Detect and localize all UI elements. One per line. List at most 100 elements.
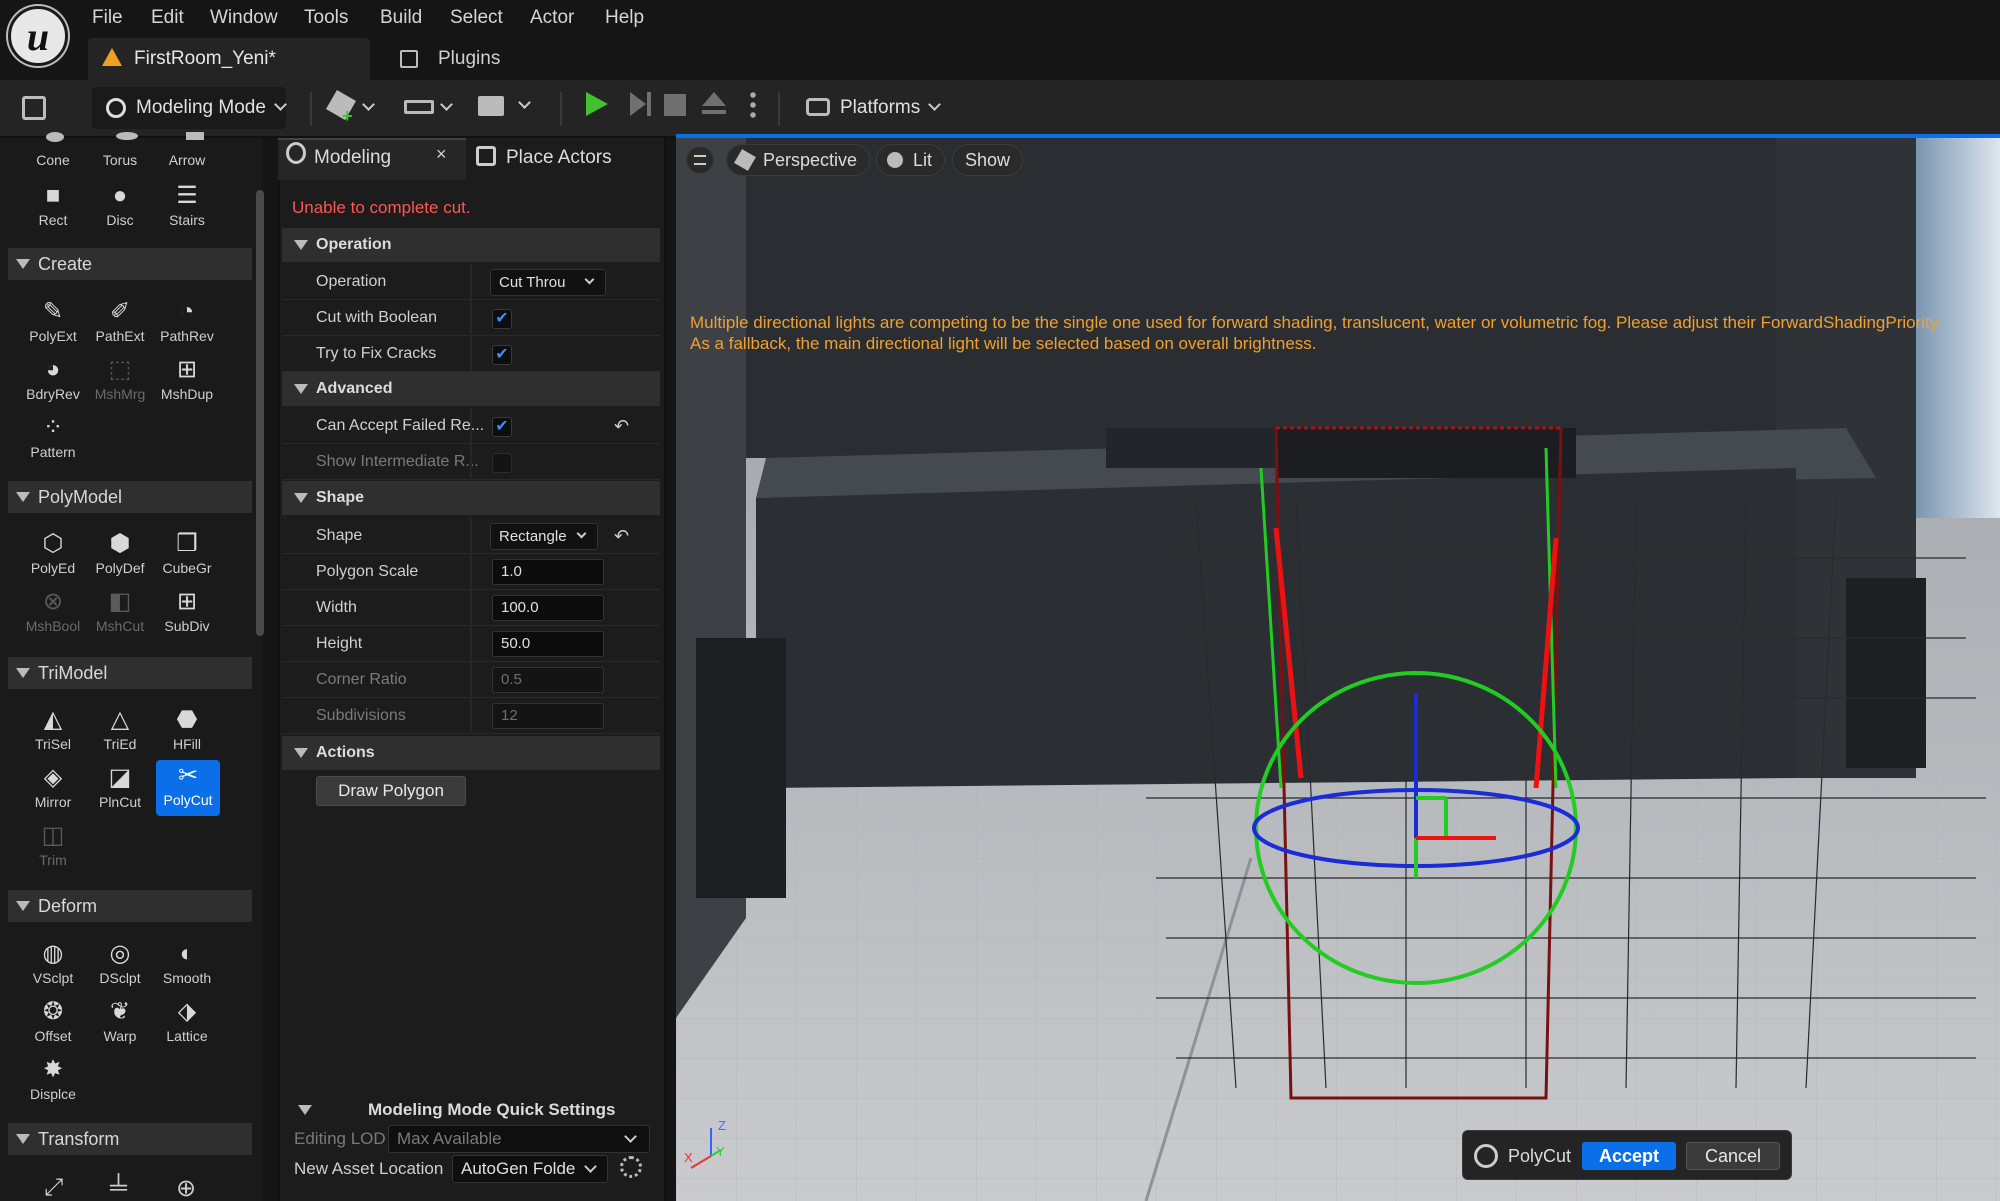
category-advanced[interactable]: Advanced — [282, 372, 660, 406]
step-icon[interactable] — [630, 92, 646, 116]
tool-polyed[interactable]: ⬡ PolyEd — [20, 528, 86, 586]
column-divider[interactable] — [470, 336, 472, 372]
column-divider[interactable] — [470, 408, 472, 444]
tool-subdiv[interactable]: ⊞ SubDiv — [154, 586, 220, 644]
menu-edit[interactable]: Edit — [151, 4, 184, 32]
section-polymodel[interactable]: PolyModel — [8, 481, 252, 513]
new-asset-location-dropdown[interactable]: AutoGen Folde — [452, 1155, 608, 1183]
column-divider[interactable] — [470, 626, 472, 662]
tool-tried[interactable]: △ TriEd — [87, 704, 153, 762]
tool-offset[interactable]: ❂ Offset — [20, 996, 86, 1054]
menu-select[interactable]: Select — [450, 4, 503, 32]
column-divider[interactable] — [470, 264, 472, 300]
cut-boolean-checkbox[interactable]: ✔ — [492, 309, 512, 329]
tool-cubegr[interactable]: ❒ CubeGr — [154, 528, 220, 586]
tool-displce[interactable]: ✸ Displce — [20, 1054, 86, 1112]
show-intermediate-checkbox[interactable]: ✔ — [492, 453, 512, 473]
tool-polycut[interactable]: ✂ PolyCut — [156, 760, 220, 816]
section-trimodel[interactable]: TriModel — [8, 657, 252, 689]
tool-mshcut[interactable]: ◧ MshCut — [87, 586, 153, 644]
menu-file[interactable]: File — [92, 4, 123, 32]
transform-move-icon[interactable]: ⤢ — [44, 1174, 63, 1201]
tool-lattice[interactable]: ⬗ Lattice — [154, 996, 220, 1054]
menu-window[interactable]: Window — [210, 4, 278, 32]
tool-arrow[interactable]: Arrow — [154, 152, 220, 168]
section-deform[interactable]: Deform — [8, 890, 252, 922]
cancel-button[interactable]: Cancel — [1686, 1142, 1780, 1170]
play-icon[interactable] — [586, 92, 608, 116]
tool-mshmrg[interactable]: ⬚ MshMrg — [87, 354, 153, 412]
shape-dropdown[interactable]: Rectangle — [490, 523, 598, 550]
more-options-icon[interactable] — [750, 90, 756, 120]
stop-icon[interactable] — [664, 94, 686, 116]
section-create[interactable]: Create — [8, 248, 252, 280]
show-button[interactable]: Show — [952, 144, 1024, 176]
draw-polygon-button[interactable]: Draw Polygon — [316, 776, 466, 806]
section-transform[interactable]: Transform — [8, 1123, 252, 1155]
tool-vsclpt[interactable]: ◍ VSclpt — [20, 938, 86, 996]
column-divider[interactable] — [470, 698, 472, 734]
tool-polyext[interactable]: ✎ PolyExt — [20, 296, 86, 354]
cinematics-button[interactable] — [478, 92, 531, 122]
reset-to-default-icon[interactable]: ↶ — [614, 416, 629, 437]
perspective-button[interactable]: Perspective — [726, 144, 871, 176]
tool-mshbool[interactable]: ⊗ MshBool — [20, 586, 86, 644]
subdivisions-input[interactable]: 12 — [492, 703, 604, 729]
fix-cracks-checkbox[interactable]: ✔ — [492, 345, 512, 365]
tab-plugins[interactable]: Plugins — [382, 38, 500, 80]
tool-polydef[interactable]: ⬢ PolyDef — [87, 528, 153, 586]
corner-ratio-input[interactable]: 0.5 — [492, 667, 604, 693]
column-divider[interactable] — [470, 300, 472, 336]
column-divider[interactable] — [470, 444, 472, 480]
save-icon[interactable] — [22, 96, 46, 120]
tool-stairs[interactable]: ☰ Stairs — [154, 180, 220, 238]
column-divider[interactable] — [470, 554, 472, 590]
tool-dsclpt[interactable]: ◎ DSclpt — [87, 938, 153, 996]
height-input[interactable]: 50.0 — [492, 631, 604, 657]
tool-smooth[interactable]: ◐ Smooth — [154, 938, 220, 996]
tool-mshdup[interactable]: ⊞ MshDup — [154, 354, 220, 412]
menu-help[interactable]: Help — [605, 4, 644, 32]
tool-pattern[interactable]: ⁘ Pattern — [20, 412, 86, 470]
gear-icon[interactable] — [620, 1156, 642, 1178]
menu-build[interactable]: Build — [380, 4, 422, 32]
add-actor-button[interactable]: + — [325, 89, 378, 126]
mode-select-button[interactable]: Modeling Mode — [92, 87, 287, 129]
level-viewport[interactable] — [676, 138, 2000, 1201]
tool-trisel[interactable]: ◭ TriSel — [20, 704, 86, 762]
polygon-scale-input[interactable]: 1.0 — [492, 559, 604, 585]
reset-to-default-icon[interactable]: ↶ — [614, 526, 629, 547]
tool-pathext[interactable]: ✐ PathExt — [87, 296, 153, 354]
viewport-menu-button[interactable] — [686, 146, 714, 174]
transform-pivot-icon[interactable]: ⊕ — [176, 1174, 196, 1201]
tool-disc[interactable]: ● Disc — [87, 180, 153, 238]
tool-cone[interactable]: Cone — [20, 152, 86, 168]
tab-place-actors[interactable]: Place Actors — [506, 138, 612, 178]
accept-failed-checkbox[interactable]: ✔ — [492, 417, 512, 437]
accept-button[interactable]: Accept — [1582, 1142, 1676, 1170]
tool-torus[interactable]: Torus — [87, 152, 153, 168]
tool-bdryrev[interactable]: ◕ BdryRev — [20, 354, 86, 412]
platforms-button[interactable]: Platforms — [806, 87, 942, 129]
tool-rect[interactable]: ■ Rect — [20, 180, 86, 238]
lit-button[interactable]: Lit — [876, 144, 946, 176]
eject-icon[interactable] — [702, 92, 726, 106]
tool-hfill[interactable]: ⬣ HFill — [154, 704, 220, 762]
editing-lod-dropdown[interactable]: Max Available — [388, 1125, 650, 1153]
blueprint-button[interactable] — [404, 94, 454, 124]
tool-mirror[interactable]: ◈ Mirror — [20, 762, 86, 820]
tool-plncut[interactable]: ◪ PlnCut — [87, 762, 153, 820]
quick-settings-header[interactable]: Modeling Mode Quick Settings — [282, 1094, 660, 1126]
close-tab-icon[interactable]: × — [436, 144, 447, 165]
column-divider[interactable] — [470, 662, 472, 698]
width-input[interactable]: 100.0 — [492, 595, 604, 621]
tool-warp[interactable]: ❦ Warp — [87, 996, 153, 1054]
column-divider[interactable] — [470, 590, 472, 626]
unreal-logo-icon[interactable]: u — [8, 6, 68, 66]
column-divider[interactable] — [470, 518, 472, 554]
category-actions[interactable]: Actions — [282, 736, 660, 770]
menu-actor[interactable]: Actor — [530, 4, 574, 32]
category-operation[interactable]: Operation — [282, 228, 660, 262]
tool-trim[interactable]: ◫ Trim — [20, 820, 86, 878]
transform-align-icon[interactable]: ╧ — [110, 1174, 127, 1201]
